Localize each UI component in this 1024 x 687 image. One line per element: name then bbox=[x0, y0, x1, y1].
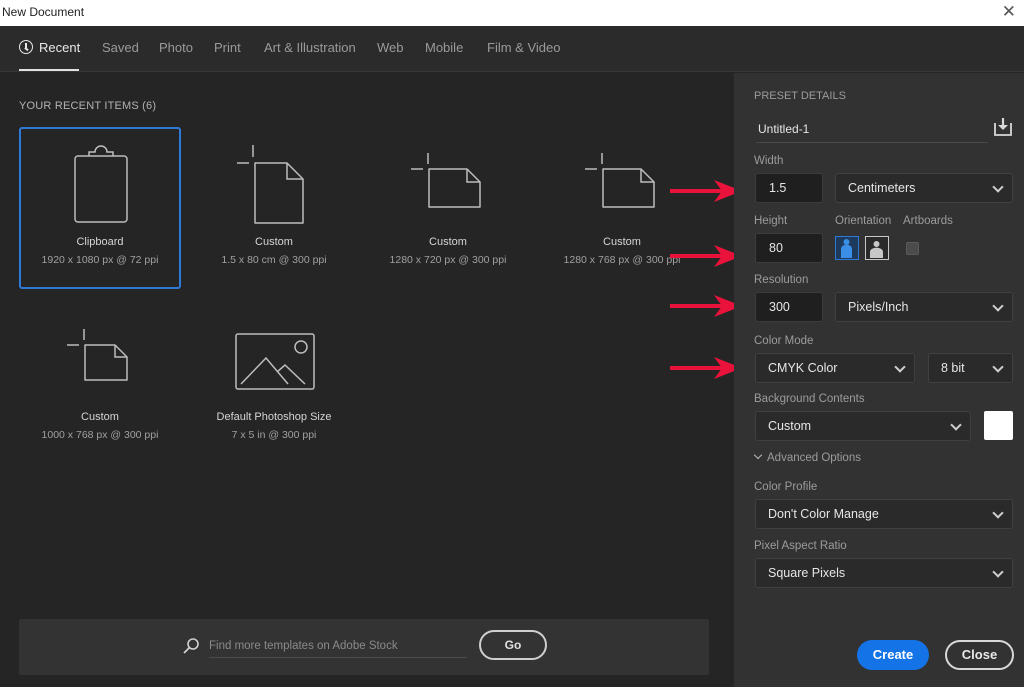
item-meta: 1920 x 1080 px @ 72 ppi bbox=[41, 254, 159, 266]
height-label: Height bbox=[754, 215, 788, 227]
select-value: Don't Color Manage bbox=[768, 507, 879, 521]
tab-print[interactable]: Print bbox=[214, 40, 241, 55]
window-titlebar: New Document ✕ bbox=[0, 0, 1024, 26]
color-profile-label: Color Profile bbox=[754, 481, 818, 493]
tab-recent[interactable]: Recent bbox=[19, 40, 80, 55]
annotation-arrow-icon bbox=[670, 357, 742, 379]
recent-items-heading: YOUR RECENT ITEMS (6) bbox=[19, 100, 157, 112]
window-title: New Document bbox=[2, 5, 85, 19]
pixel-aspect-ratio-label: Pixel Aspect Ratio bbox=[754, 540, 847, 552]
item-name: Custom bbox=[255, 236, 293, 248]
select-value: Custom bbox=[768, 419, 812, 433]
chevron-down-icon bbox=[753, 450, 763, 460]
close-button[interactable]: Close bbox=[945, 640, 1014, 670]
save-preset-icon[interactable] bbox=[992, 117, 1014, 137]
recent-item-custom[interactable]: Custom 1.5 x 80 cm @ 300 ppi bbox=[193, 127, 355, 289]
resolution-input[interactable]: 300 bbox=[755, 292, 823, 322]
height-input[interactable]: 80 bbox=[755, 233, 823, 263]
clock-icon bbox=[19, 40, 33, 54]
chevron-down-icon bbox=[992, 361, 1004, 373]
chevron-down-icon bbox=[992, 566, 1004, 578]
adobe-stock-search-bar: Go bbox=[19, 619, 709, 675]
color-mode-label: Color Mode bbox=[754, 335, 814, 347]
orientation-portrait-button[interactable] bbox=[835, 236, 859, 260]
item-name: Custom bbox=[81, 411, 119, 423]
width-input[interactable]: 1.5 bbox=[755, 173, 823, 203]
chevron-down-icon bbox=[992, 507, 1004, 519]
width-label: Width bbox=[754, 155, 784, 167]
recent-item-custom[interactable]: Custom 1000 x 768 px @ 300 ppi bbox=[19, 301, 181, 463]
landscape-person-icon bbox=[870, 241, 883, 258]
item-name: Clipboard bbox=[76, 236, 124, 248]
preset-details-heading: PRESET DETAILS bbox=[754, 90, 846, 102]
advanced-options-toggle[interactable]: Advanced Options bbox=[753, 450, 861, 464]
color-profile-select[interactable]: Don't Color Manage bbox=[755, 499, 1013, 529]
new-document-dialog: Recent Saved Photo Print Art & Illustrat… bbox=[0, 26, 1024, 687]
tab-film-video[interactable]: Film & Video bbox=[487, 40, 560, 55]
chevron-down-icon bbox=[950, 419, 962, 431]
background-color-swatch[interactable] bbox=[984, 411, 1013, 440]
tab-label: Recent bbox=[39, 40, 81, 55]
recent-item-default-photoshop-size[interactable]: Default Photoshop Size 7 x 5 in @ 300 pp… bbox=[193, 301, 355, 463]
annotation-arrow-icon bbox=[670, 180, 742, 202]
active-tab-indicator bbox=[19, 69, 79, 71]
recent-item-custom[interactable]: Custom 1280 x 720 px @ 300 ppi bbox=[367, 127, 529, 289]
artboards-checkbox[interactable] bbox=[906, 242, 919, 255]
tab-mobile[interactable]: Mobile bbox=[425, 40, 463, 55]
go-button[interactable]: Go bbox=[479, 630, 547, 660]
window-close-icon[interactable]: ✕ bbox=[1002, 2, 1016, 22]
chevron-down-icon bbox=[894, 361, 906, 373]
chevron-down-icon bbox=[992, 300, 1004, 312]
bit-depth-select[interactable]: 8 bit bbox=[928, 353, 1013, 383]
resolution-unit-select[interactable]: Pixels/Inch bbox=[835, 292, 1013, 322]
item-meta: 1280 x 720 px @ 300 ppi bbox=[389, 254, 507, 266]
resolution-label: Resolution bbox=[754, 274, 809, 286]
background-contents-label: Background Contents bbox=[754, 393, 865, 405]
recent-items-panel: YOUR RECENT ITEMS (6) Clipboard 1920 x 1… bbox=[0, 73, 734, 687]
advanced-options-label: Advanced Options bbox=[767, 452, 861, 464]
orientation-landscape-button[interactable] bbox=[865, 236, 889, 260]
tab-saved[interactable]: Saved bbox=[102, 40, 139, 55]
tab-photo[interactable]: Photo bbox=[159, 40, 193, 55]
select-value: Square Pixels bbox=[768, 566, 846, 580]
recent-item-clipboard[interactable]: Clipboard 1920 x 1080 px @ 72 ppi bbox=[19, 127, 181, 289]
chevron-down-icon bbox=[992, 181, 1004, 193]
item-meta: 1000 x 768 px @ 300 ppi bbox=[41, 429, 159, 441]
background-contents-select[interactable]: Custom bbox=[755, 411, 971, 441]
orientation-label: Orientation bbox=[835, 215, 892, 227]
annotation-arrow-icon bbox=[670, 295, 742, 317]
item-name: Default Photoshop Size bbox=[216, 411, 332, 423]
select-value: Centimeters bbox=[848, 181, 916, 195]
select-value: 8 bit bbox=[941, 361, 965, 375]
item-meta: 7 x 5 in @ 300 ppi bbox=[231, 429, 317, 441]
item-meta: 1.5 x 80 cm @ 300 ppi bbox=[221, 254, 327, 266]
search-icon bbox=[183, 638, 199, 654]
create-button[interactable]: Create bbox=[857, 640, 929, 670]
tab-art-illustration[interactable]: Art & Illustration bbox=[264, 40, 356, 55]
color-mode-select[interactable]: CMYK Color bbox=[755, 353, 915, 383]
stock-search-input[interactable] bbox=[209, 634, 467, 658]
tab-web[interactable]: Web bbox=[377, 40, 404, 55]
preset-tabs: Recent Saved Photo Print Art & Illustrat… bbox=[0, 26, 1024, 72]
artboards-label: Artboards bbox=[903, 215, 953, 227]
portrait-person-icon bbox=[841, 239, 852, 258]
item-name: Custom bbox=[429, 236, 467, 248]
annotation-arrow-icon bbox=[670, 245, 742, 267]
preset-details-panel: PRESET DETAILS Untitled-1 Width 1.5 Cent… bbox=[734, 73, 1024, 687]
pixel-aspect-ratio-select[interactable]: Square Pixels bbox=[755, 558, 1013, 588]
select-value: CMYK Color bbox=[768, 361, 838, 375]
document-name-input[interactable]: Untitled-1 bbox=[756, 115, 988, 143]
width-unit-select[interactable]: Centimeters bbox=[835, 173, 1013, 203]
select-value: Pixels/Inch bbox=[848, 300, 909, 314]
